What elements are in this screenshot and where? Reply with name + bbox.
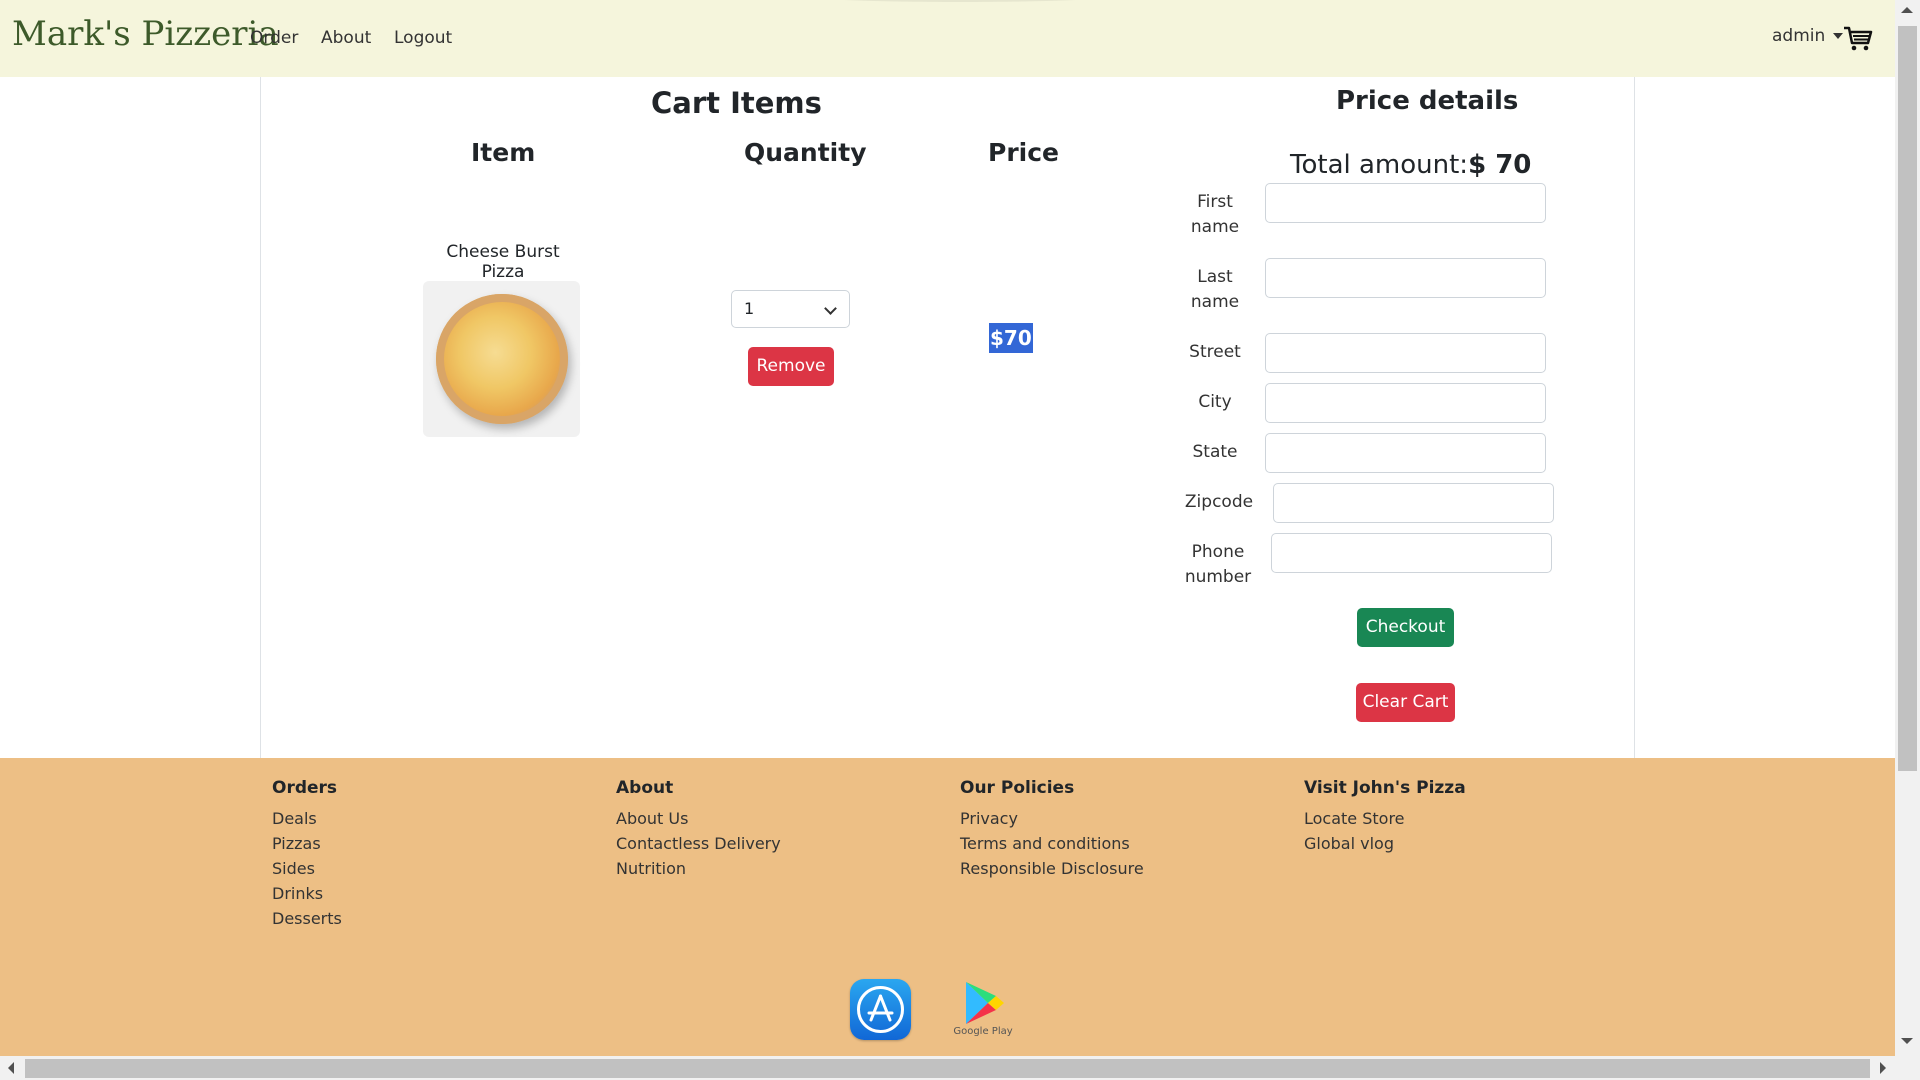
cart-item-name: Cheese Burst Pizza [446,242,560,282]
app-store-icon[interactable] [850,979,911,1040]
brand-logo[interactable]: Mark's Pizzeria [12,14,279,54]
google-play-label: Google Play [953,1026,1013,1037]
footer-link-nutrition[interactable]: Nutrition [616,856,781,881]
city-input[interactable] [1265,383,1546,423]
footer: Orders Deals Pizzas Sides Drinks Dessert… [0,758,1895,1056]
footer-col-policies: Our Policies Privacy Terms and condition… [960,778,1144,881]
footer-link-locate-store[interactable]: Locate Store [1304,806,1466,831]
total-value: $ 70 [1468,150,1532,180]
zipcode-input[interactable] [1273,483,1554,523]
state-input[interactable] [1265,433,1546,473]
shopping-cart-icon[interactable] [1843,26,1873,52]
label-first-name: First name [1190,192,1240,237]
street-input[interactable] [1265,333,1546,373]
phone-number-input[interactable] [1271,533,1552,573]
footer-link-pizzas[interactable]: Pizzas [272,831,342,856]
user-dropdown[interactable]: admin [1772,26,1844,46]
footer-link-desserts[interactable]: Desserts [272,906,342,931]
clear-cart-button[interactable]: Clear Cart [1356,683,1455,722]
total-label: Total amount: [1290,150,1469,180]
footer-link-about-us[interactable]: About Us [616,806,781,831]
scroll-up-arrow-icon[interactable] [1901,7,1913,13]
column-header-price: Price [988,138,1059,167]
label-city: City [1198,392,1232,412]
top-shadow [815,0,1105,2]
nav-link-about[interactable]: About [321,28,371,48]
nav-link-order[interactable]: Order [250,28,298,48]
footer-link-contactless-delivery[interactable]: Contactless Delivery [616,831,781,856]
footer-heading: Orders [272,778,338,798]
footer-link-drinks[interactable]: Drinks [272,881,342,906]
quantity-select[interactable]: 1 [731,290,850,328]
last-name-input[interactable] [1265,258,1546,298]
footer-link-global-vlog[interactable]: Global vlog [1304,831,1466,856]
footer-link-privacy[interactable]: Privacy [960,806,1144,831]
label-zipcode: Zipcode [1184,492,1254,512]
footer-link-deals[interactable]: Deals [272,806,342,831]
scroll-left-arrow-icon[interactable] [8,1062,14,1074]
footer-heading: Visit John's Pizza [1304,778,1466,798]
horizontal-scroll-thumb[interactable] [25,1059,1870,1078]
footer-link-terms[interactable]: Terms and conditions [960,831,1144,856]
label-phone-number: Phone number [1184,542,1252,587]
label-state: State [1192,442,1238,462]
item-price: $70 [989,323,1033,353]
vertical-scroll-thumb[interactable] [1898,26,1917,771]
checkout-button[interactable]: Checkout [1357,608,1454,647]
first-name-input[interactable] [1265,183,1546,223]
pizza-crust [436,294,568,424]
label-street: Street [1189,342,1241,362]
scroll-right-arrow-icon[interactable] [1880,1062,1886,1074]
price-details-title: Price details [1336,86,1519,116]
caret-down-icon [1833,33,1844,39]
footer-link-sides[interactable]: Sides [272,856,342,881]
app-store-a-glyph [867,994,894,1022]
footer-col-visit: Visit John's Pizza Locate Store Global v… [1304,778,1466,856]
user-name: admin [1772,26,1826,46]
footer-heading: Our Policies [960,778,1075,798]
total-amount: Total amount:$ 70 [1290,150,1531,180]
column-header-item: Item [471,138,536,167]
cart-items-title: Cart Items [651,86,822,120]
column-header-quantity: Quantity [744,138,867,167]
chevron-down-icon [824,302,837,315]
label-last-name: Last name [1190,267,1240,312]
nav-link-logout[interactable]: Logout [394,28,452,48]
footer-col-about: About About Us Contactless Delivery Nutr… [616,778,781,881]
quantity-value: 1 [744,299,755,318]
footer-link-responsible-disclosure[interactable]: Responsible Disclosure [960,856,1144,881]
scroll-down-arrow-icon[interactable] [1901,1038,1913,1044]
footer-heading: About [616,778,674,798]
navbar: Mark's Pizzeria Order About Logout admin [0,0,1895,77]
remove-button[interactable]: Remove [748,347,834,386]
footer-col-orders: Orders Deals Pizzas Sides Drinks Dessert… [272,778,342,931]
